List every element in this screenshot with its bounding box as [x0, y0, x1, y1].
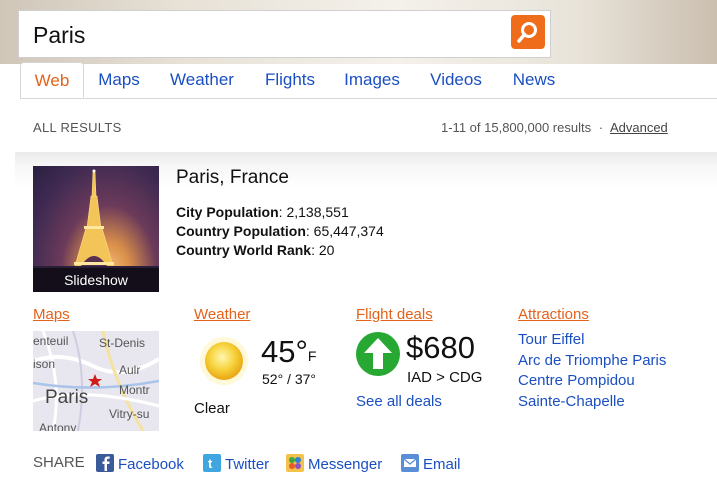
share-label: SHARE	[33, 454, 85, 471]
flight-deals-link[interactable]: Flight deals	[356, 306, 433, 323]
tab-news[interactable]: News	[508, 62, 560, 98]
up-arrow-icon	[356, 332, 400, 376]
results-count-text: 1-11 of 15,800,000 results	[441, 120, 592, 135]
attraction-item[interactable]: Arc de Triomphe Paris	[518, 352, 666, 369]
weather-range: 52° / 37°	[262, 371, 317, 387]
tab-weather[interactable]: Weather	[164, 62, 240, 98]
fact-row: Country Population: 65,447,374	[176, 222, 384, 241]
see-all-deals-link[interactable]: See all deals	[356, 393, 442, 410]
tab-maps[interactable]: Maps	[92, 62, 146, 98]
share-email[interactable]: Email	[401, 454, 461, 473]
twitter-icon: t	[203, 454, 221, 472]
fact-row: City Population: 2,138,551	[176, 203, 384, 222]
map-label: St-Denis	[99, 336, 146, 350]
messenger-icon	[286, 454, 304, 472]
map-label: Antony	[39, 421, 77, 431]
attractions-link[interactable]: Attractions	[518, 306, 589, 323]
tab-images[interactable]: Images	[340, 62, 404, 98]
slideshow-caption: Slideshow	[33, 268, 159, 292]
share-messenger-label: Messenger	[308, 456, 383, 473]
temperature-unit: F	[307, 348, 317, 364]
weather-temperature: 45°F	[261, 334, 316, 370]
email-icon	[401, 454, 419, 472]
entity-title: Paris, France	[176, 167, 289, 188]
advanced-link[interactable]: Advanced	[610, 120, 668, 135]
share-email-label: Email	[423, 456, 461, 473]
fact-label: Country World Rank	[176, 242, 312, 258]
all-results-label: ALL RESULTS	[33, 120, 122, 135]
sun-icon	[200, 337, 248, 385]
share-twitter-label: Twitter	[225, 456, 270, 473]
fact-value: : 65,447,374	[305, 223, 384, 239]
map-label: Montr	[119, 383, 150, 397]
map-label: enteuil	[33, 334, 69, 348]
search-input[interactable]	[33, 21, 493, 49]
tab-videos[interactable]: Videos	[424, 62, 488, 98]
map-label: Vitry-su	[109, 407, 150, 421]
tab-flights[interactable]: Flights	[260, 62, 320, 98]
attraction-item[interactable]: Sainte-Chapelle	[518, 393, 625, 410]
slideshow-thumbnail[interactable]: Slideshow	[33, 166, 159, 292]
magnifier-icon	[517, 22, 537, 43]
flight-route: IAD > CDG	[407, 369, 483, 386]
search-tabs: Web Maps Weather Flights Images Videos N…	[20, 62, 717, 99]
fact-row: Country World Rank: 20	[176, 241, 384, 260]
weather-condition: Clear	[194, 400, 230, 417]
share-messenger[interactable]: Messenger	[286, 454, 382, 473]
flight-price: $680	[406, 330, 475, 365]
maps-link[interactable]: Maps	[33, 306, 70, 323]
attraction-item[interactable]: Centre Pompidou	[518, 372, 635, 389]
map-label: Aulr	[119, 363, 141, 377]
weather-link[interactable]: Weather	[194, 306, 250, 323]
map-label: Paris	[45, 387, 89, 408]
temperature-value: 45°	[261, 334, 308, 369]
tab-web[interactable]: Web	[20, 62, 84, 98]
separator: ·	[598, 120, 604, 135]
fact-label: City Population	[176, 204, 279, 220]
share-facebook[interactable]: Facebook	[96, 454, 184, 473]
search-box	[18, 10, 551, 58]
attraction-item[interactable]: Tour Eiffel	[518, 331, 584, 348]
map-thumbnail[interactable]: enteuil St-Denis ison Aulr Montr Paris V…	[33, 331, 159, 431]
results-bar: ALL RESULTS 1-11 of 15,800,000 results ·…	[0, 98, 717, 154]
fact-label: Country Population	[176, 223, 306, 239]
svg-text:t: t	[208, 456, 213, 471]
entity-facts: City Population: 2,138,551 Country Popul…	[176, 203, 384, 260]
map-label: ison	[33, 357, 56, 371]
fact-value: : 2,138,551	[278, 204, 349, 220]
facebook-icon	[96, 454, 114, 472]
results-count: 1-11 of 15,800,000 results · Advanced	[441, 120, 668, 135]
fact-value: : 20	[311, 242, 335, 258]
share-twitter[interactable]: t Twitter	[203, 454, 269, 473]
search-button[interactable]	[511, 15, 545, 49]
share-facebook-label: Facebook	[118, 456, 184, 473]
